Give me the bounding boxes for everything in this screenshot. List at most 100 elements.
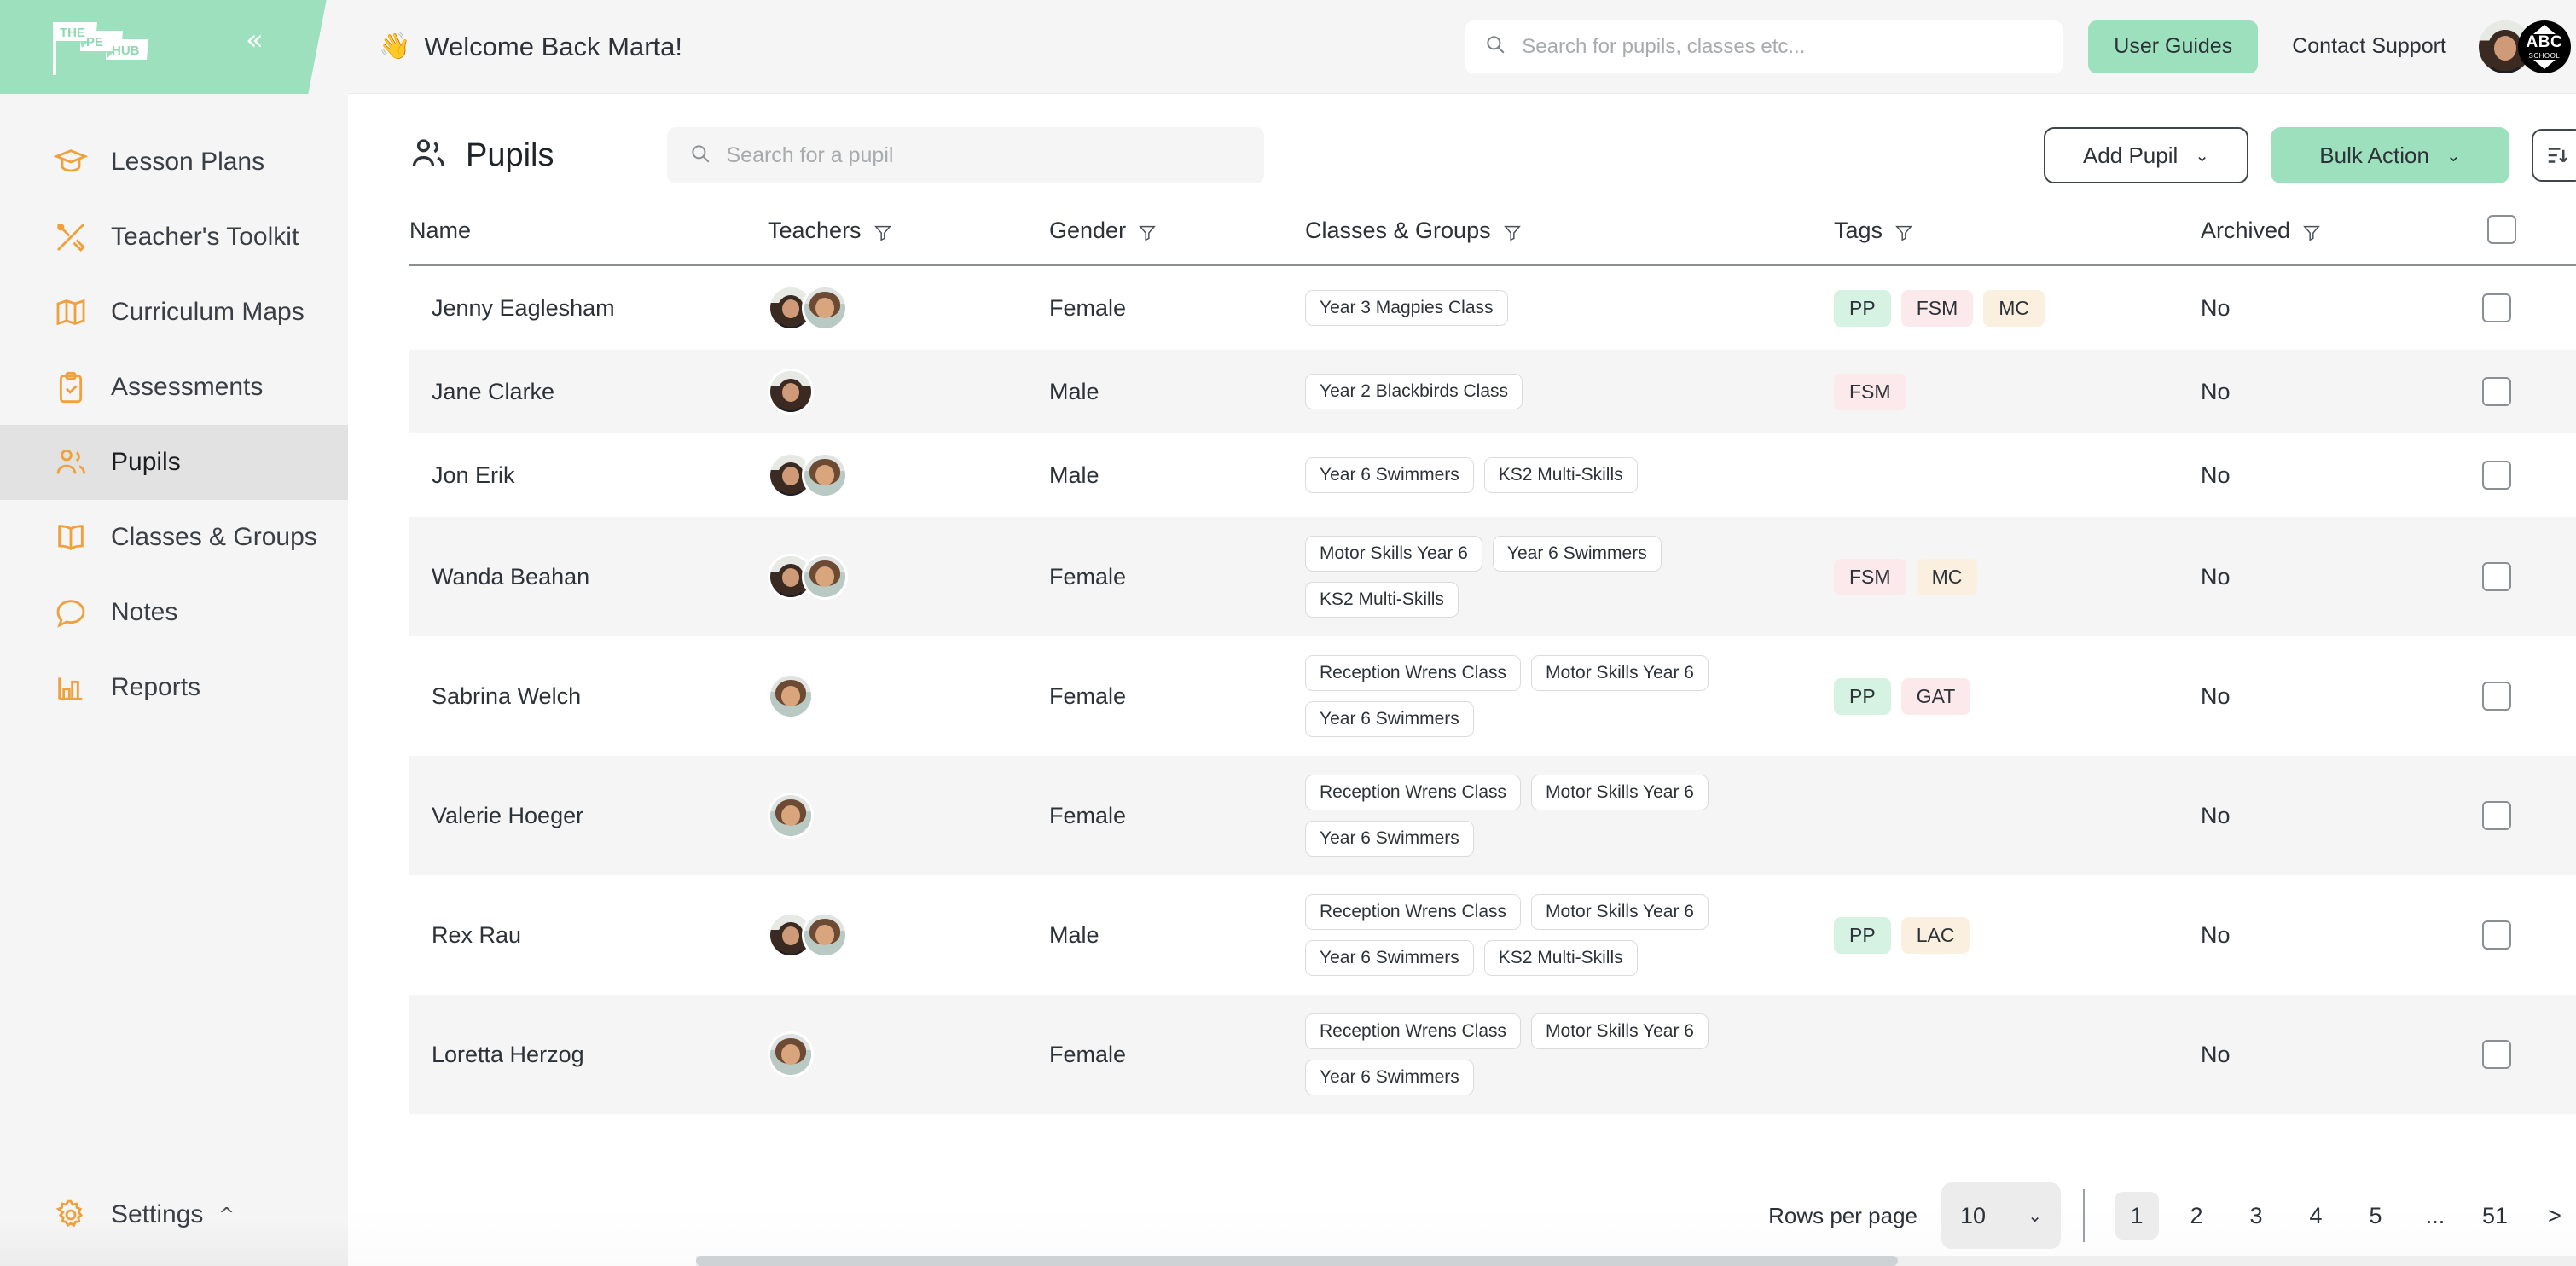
sidebar-item-reports[interactable]: Reports [0,650,348,725]
class-chip[interactable]: Year 6 Swimmers [1305,457,1474,493]
pagination-page[interactable]: 1 [2115,1192,2159,1240]
contact-support-link[interactable]: Contact Support [2292,34,2446,59]
sidebar-item-assessments[interactable]: Assessments [0,350,348,425]
pagination-page[interactable]: 4 [2294,1192,2338,1240]
avatar[interactable] [802,554,848,600]
class-chip[interactable]: KS2 Multi-Skills [1483,457,1638,493]
table-row[interactable]: Loretta Herzog Female Reception Wrens Clas… [409,995,2576,1114]
sidebar-collapse-icon[interactable]: « [246,26,264,55]
class-chip[interactable]: KS2 Multi-Skills [1305,582,1459,618]
tag-badge[interactable]: FSM [1834,373,1906,410]
class-chip[interactable]: Reception Wrens Class [1305,1013,1522,1049]
row-checkbox[interactable] [2482,801,2511,830]
page-title: Pupils [409,135,554,177]
tag-badge[interactable]: MC [1983,289,2045,327]
horizontal-scrollbar[interactable] [696,1256,2576,1266]
row-checkbox[interactable] [2482,682,2511,711]
class-chip[interactable]: Motor Skills Year 6 [1531,655,1709,691]
row-checkbox[interactable] [2482,293,2511,322]
class-chip[interactable]: Year 6 Swimmers [1305,940,1474,976]
table-row[interactable]: Valerie Hoeger Female Reception Wrens Clas… [409,756,2576,875]
sidebar-item-curriculum-maps[interactable]: Curriculum Maps [0,275,348,350]
table-row[interactable]: Wanda Beahan Female Motor Skills Year 6 Yea… [409,517,2576,636]
rows-per-page-value: 10 [1960,1202,1987,1228]
table-row[interactable]: Jenny Eaglesham Female Year 3 Magpies Clas… [409,265,2576,350]
global-search-input[interactable] [1522,34,2045,59]
add-pupil-button[interactable]: Add Pupil ⌄ [2044,127,2248,183]
account-area[interactable]: ABC SCHOOL ⌄ [2478,20,2576,73]
chevron-up-icon[interactable]: ^ [218,1205,234,1226]
sidebar-item-teachers-toolkit[interactable]: Teacher's Toolkit [0,200,348,275]
class-chip[interactable]: Year 2 Blackbirds Class [1305,374,1523,409]
pupil-search-input[interactable] [726,142,1242,168]
pupil-search[interactable] [666,127,1264,183]
class-chip[interactable]: Year 3 Magpies Class [1305,290,1508,326]
sort-button[interactable] [2532,129,2576,182]
avatar[interactable] [768,1031,814,1077]
sidebar-item-settings[interactable]: Settings ^ [0,1164,348,1266]
class-chip[interactable]: Motor Skills Year 6 [1305,536,1482,572]
avatar[interactable] [802,912,848,958]
global-search[interactable] [1465,20,2063,73]
sidebar-item-classes-groups[interactable]: Classes & Groups [0,500,348,575]
avatar[interactable] [802,452,848,498]
select-all-checkbox[interactable] [2487,215,2516,244]
avatar[interactable] [802,285,848,331]
avatar[interactable] [768,369,814,415]
pagination-page[interactable]: 3 [2234,1192,2278,1240]
filter-icon[interactable] [1138,222,1157,241]
pagination-next-button[interactable]: > [2532,1192,2576,1240]
tag-badge[interactable]: MC [1916,558,1978,595]
filter-icon[interactable] [2302,222,2321,241]
cell-select [2482,875,2576,995]
user-guides-button[interactable]: User Guides [2088,20,2259,73]
class-chip[interactable]: Year 6 Swimmers [1305,701,1474,737]
sidebar-item-lesson-plans[interactable]: Lesson Plans [0,125,348,200]
class-chip[interactable]: Year 6 Swimmers [1492,536,1662,572]
class-chip[interactable]: Reception Wrens Class [1305,775,1522,810]
table-row[interactable]: Rex Rau Male Reception Wrens Class Motor Sk… [409,875,2576,995]
pagination-page[interactable]: 5 [2353,1192,2398,1240]
tag-badge[interactable]: GAT [1900,677,1971,715]
class-chip[interactable]: Reception Wrens Class [1305,655,1522,691]
filter-icon[interactable] [1894,222,1913,241]
pagination-page[interactable]: 2 [2174,1192,2219,1240]
row-checkbox[interactable] [2482,920,2511,950]
class-chip[interactable]: Reception Wrens Class [1305,894,1522,930]
row-checkbox[interactable] [2482,1040,2511,1069]
class-chip[interactable]: Year 6 Swimmers [1305,821,1474,857]
table-row[interactable]: Jon Erik Male Year 6 Swimmers KS2 Multi-Ski… [409,433,2576,517]
class-chip[interactable]: Motor Skills Year 6 [1531,775,1709,810]
sidebar-item-notes[interactable]: Notes [0,575,348,650]
rows-per-page-select[interactable]: 10 ⌄ [1941,1182,2061,1249]
class-chip[interactable]: KS2 Multi-Skills [1483,940,1638,976]
class-chip[interactable]: Motor Skills Year 6 [1531,1013,1709,1049]
row-checkbox[interactable] [2482,377,2511,406]
row-checkbox[interactable] [2482,461,2511,490]
avatar[interactable] [768,793,814,839]
bulk-action-button[interactable]: Bulk Action ⌄ [2271,127,2509,183]
class-chip[interactable]: Motor Skills Year 6 [1531,894,1709,930]
scrollbar-thumb[interactable] [696,1256,1898,1266]
pe-hub-logo[interactable]: THE PE HUB [48,19,210,75]
filter-icon[interactable] [873,222,892,241]
filter-icon[interactable] [1503,222,1522,241]
school-badge-text: ABC [2526,32,2563,51]
class-chip-group: Reception Wrens Class Motor Skills Year 6… [1305,775,1817,857]
chevron-down-icon: ⌄ [2445,145,2461,166]
tag-badge[interactable]: PP [1834,916,1891,954]
tag-badge[interactable]: PP [1834,289,1891,327]
row-checkbox[interactable] [2482,562,2511,591]
class-chip[interactable]: Year 6 Swimmers [1305,1060,1474,1095]
tag-badge[interactable]: LAC [1900,916,1970,954]
sidebar-item-pupils[interactable]: Pupils [0,425,348,500]
pagination-page[interactable]: 51 [2473,1192,2517,1240]
table-row[interactable]: Sabrina Welch Female Reception Wrens Class… [409,636,2576,756]
column-header-teachers: Teachers [768,206,1049,266]
tag-badge[interactable]: PP [1834,677,1891,715]
tag-badge[interactable]: FSM [1900,289,1974,327]
avatar[interactable] [768,673,814,719]
table-row[interactable]: Jane Clarke Male Year 2 Blackbirds Class FS… [409,350,2576,433]
tag-badge[interactable]: FSM [1834,558,1906,595]
cell-teachers [768,517,1049,636]
